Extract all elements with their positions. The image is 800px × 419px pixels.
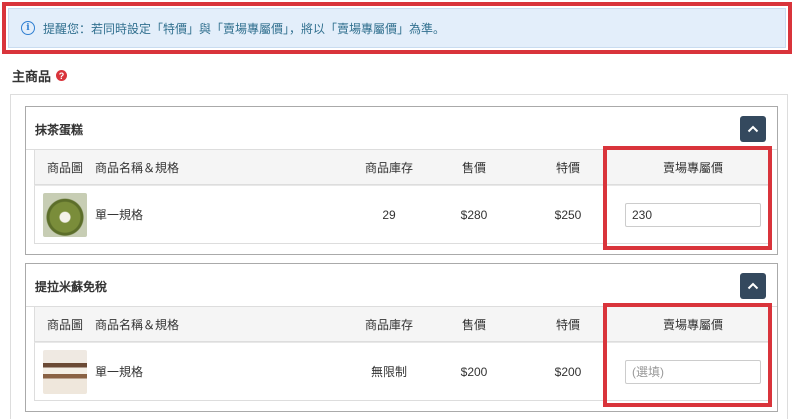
product-stock: 29 — [382, 207, 396, 222]
header-name: 商品名稱＆規格 — [95, 160, 180, 175]
chevron-up-icon — [747, 125, 759, 133]
product-price: $200 — [460, 364, 488, 379]
header-sale: 特價 — [555, 317, 580, 332]
header-stock: 商品庫存 — [364, 160, 413, 175]
info-icon: i — [21, 21, 35, 35]
product-price: $280 — [460, 207, 488, 222]
product-spec: 單一規格 — [95, 208, 144, 222]
section-title: 主商品 ? — [12, 66, 68, 85]
header-stock: 商品庫存 — [364, 317, 413, 332]
header-image: 商品圖 — [46, 160, 83, 175]
notice-text: 提醒您：若同時設定「特價」與「賣場專屬價」，將以「賣場專屬價」為準。 — [43, 21, 446, 36]
matcha-cake-thumbnail — [43, 192, 87, 237]
header-price: 售價 — [461, 160, 486, 175]
section-title-text: 主商品 — [12, 69, 52, 84]
header-name: 商品名稱＆規格 — [95, 317, 180, 332]
collapse-button[interactable] — [740, 116, 766, 142]
product-sale-price: $200 — [554, 364, 582, 379]
product-title: 抹茶蛋糕 — [35, 123, 84, 137]
product-spec: 單一規格 — [95, 365, 144, 379]
notice-banner: i 提醒您：若同時設定「特價」與「賣場專屬價」，將以「賣場專屬價」為準。 — [8, 8, 786, 48]
product-card-header: 抹茶蛋糕 — [26, 107, 777, 150]
header-image: 商品圖 — [46, 317, 83, 332]
header-sale: 特價 — [555, 160, 580, 175]
chevron-up-icon — [747, 282, 759, 290]
product-title: 提拉米蘇免稅 — [35, 280, 108, 294]
tiramisu-thumbnail — [43, 349, 87, 394]
collapse-button[interactable] — [740, 273, 766, 299]
venue-price-highlight-box — [603, 146, 772, 250]
header-price: 售價 — [461, 317, 486, 332]
product-card-header: 提拉米蘇免稅 — [26, 264, 777, 307]
question-circle-icon[interactable]: ? — [56, 70, 68, 81]
product-stock: 無限制 — [370, 365, 407, 379]
product-sale-price: $250 — [554, 207, 582, 222]
venue-price-highlight-box — [603, 303, 772, 407]
